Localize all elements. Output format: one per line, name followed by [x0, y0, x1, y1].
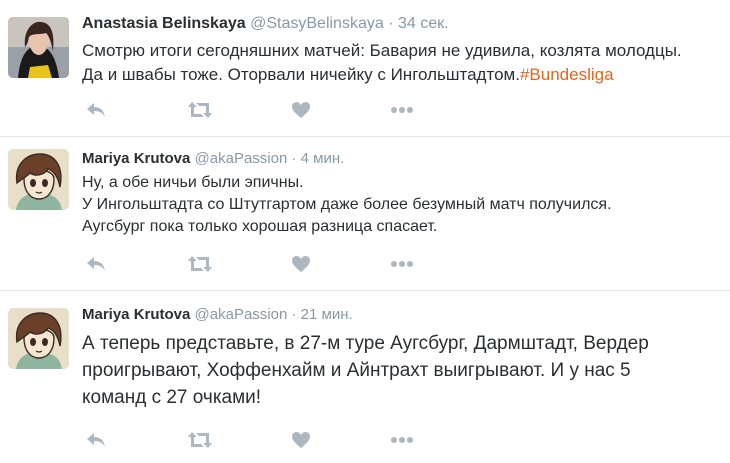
more-button[interactable]: [388, 429, 416, 451]
separator: ·: [291, 150, 297, 167]
tweet-text-line: Ну, а обе ничьи были эпичны.: [82, 174, 304, 191]
tweet-text: А теперь представьте, в 27-м туре Аугсбу…: [82, 330, 722, 411]
retweet-button[interactable]: [186, 253, 214, 275]
like-icon: [292, 256, 310, 272]
retweet-button[interactable]: [186, 99, 214, 121]
like-button[interactable]: [287, 253, 315, 275]
reply-button[interactable]: [82, 99, 110, 121]
timestamp[interactable]: 34 сек.: [398, 15, 449, 32]
tweet-actions: [82, 253, 422, 275]
retweet-icon: [188, 102, 212, 118]
reply-button[interactable]: [82, 429, 110, 451]
avatar[interactable]: [8, 17, 69, 78]
hashtag-link[interactable]: #Bundesliga: [520, 65, 614, 84]
author-name[interactable]: Mariya Krutova: [82, 150, 190, 167]
tweet-header: Mariya Krutova @akaPassion · 4 мин.: [82, 149, 344, 169]
tweet-actions: [82, 429, 422, 451]
more-icon: [391, 437, 413, 443]
timestamp[interactable]: 4 мин.: [301, 150, 345, 167]
tweet-text-line: А теперь представьте, в 27-м туре Аугсбу…: [82, 333, 649, 354]
retweet-icon: [188, 432, 212, 448]
timestamp[interactable]: 21 мин.: [301, 306, 353, 323]
avatar[interactable]: [8, 149, 69, 210]
tweet-text-line: Да и швабы тоже. Оторвали ничейку с Инго…: [82, 63, 722, 87]
tweet-text-line: Смотрю итоги сегодняшних матчей: Бавария…: [82, 41, 682, 60]
more-button[interactable]: [388, 99, 416, 121]
separator: ·: [291, 306, 297, 323]
tweet: Anastasia Belinskaya @StasyBelinskaya · …: [0, 0, 730, 136]
more-icon: [391, 261, 413, 267]
reply-icon: [87, 433, 105, 447]
reply-icon: [87, 257, 105, 271]
reply-icon: [87, 103, 105, 117]
author-name[interactable]: Mariya Krutova: [82, 306, 190, 323]
like-icon: [292, 102, 310, 118]
tweet: Mariya Krutova @akaPassion · 4 мин. Ну, …: [0, 137, 730, 290]
tweet-text-line: команд с 27 очками!: [82, 387, 262, 408]
retweet-button[interactable]: [186, 429, 214, 451]
tweet-text: Ну, а обе ничьи были эпичны. У Ингольшта…: [82, 172, 722, 238]
like-button[interactable]: [287, 429, 315, 451]
tweet-text-line: У Ингольштадта со Штутгартом даже более …: [82, 196, 612, 213]
avatar[interactable]: [8, 308, 69, 369]
tweet-text-line: Аугсбург пока только хорошая разница спа…: [82, 218, 438, 235]
tweet-header: Anastasia Belinskaya @StasyBelinskaya · …: [82, 14, 449, 34]
tweet-text-segment: Да и швабы тоже. Оторвали ничейку с Инго…: [82, 65, 520, 84]
reply-button[interactable]: [82, 253, 110, 275]
tweet-actions: [82, 99, 422, 121]
more-button[interactable]: [388, 253, 416, 275]
author-handle[interactable]: @akaPassion: [195, 150, 288, 167]
more-icon: [391, 107, 413, 113]
tweet: Mariya Krutova @akaPassion · 21 мин. А т…: [0, 291, 730, 463]
like-icon: [292, 432, 310, 448]
like-button[interactable]: [287, 99, 315, 121]
tweet-text-line: проигрывают, Хоффенхайм и Айнтрахт выигр…: [82, 360, 631, 381]
separator: ·: [388, 15, 394, 32]
author-handle[interactable]: @akaPassion: [195, 306, 288, 323]
author-handle[interactable]: @StasyBelinskaya: [250, 15, 384, 32]
tweet-text: Смотрю итоги сегодняшних матчей: Бавария…: [82, 39, 722, 87]
author-name[interactable]: Anastasia Belinskaya: [82, 15, 246, 32]
tweet-header: Mariya Krutova @akaPassion · 21 мин.: [82, 305, 353, 325]
retweet-icon: [188, 256, 212, 272]
